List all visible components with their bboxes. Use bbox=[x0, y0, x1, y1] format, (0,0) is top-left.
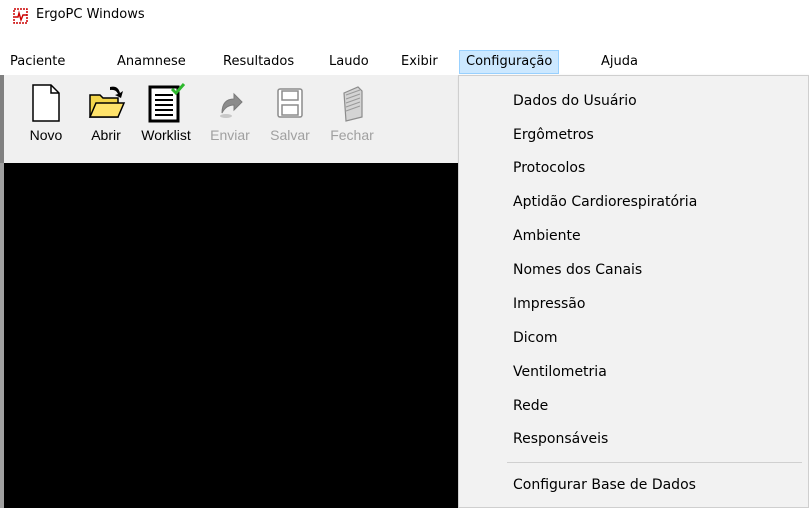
open-folder-icon bbox=[88, 86, 126, 118]
menu-item-ambiente[interactable]: Ambiente bbox=[513, 223, 581, 249]
salvar-button[interactable]: Salvar bbox=[262, 83, 318, 159]
menu-resultados[interactable]: Resultados bbox=[217, 50, 300, 74]
abrir-button[interactable]: Abrir bbox=[78, 83, 134, 159]
menu-item-aptidao-cardiorespiratoria[interactable]: Aptidão Cardiorespiratória bbox=[513, 189, 697, 215]
menu-ajuda[interactable]: Ajuda bbox=[595, 50, 644, 74]
send-arrow-icon bbox=[220, 92, 243, 118]
new-document-icon bbox=[32, 84, 60, 122]
menu-bar: Paciente Anamnese Resultados Laudo Exibi… bbox=[0, 50, 809, 74]
menu-item-dados-do-usuario[interactable]: Dados do Usuário bbox=[513, 88, 637, 114]
toolbar: Novo Abrir Worklist Enviar Salvar Fechar bbox=[0, 75, 474, 163]
app-ecg-icon bbox=[13, 8, 28, 24]
worklist-label: Worklist bbox=[141, 127, 191, 143]
enviar-button[interactable]: Enviar bbox=[202, 83, 258, 159]
menu-paciente[interactable]: Paciente bbox=[4, 50, 71, 74]
menu-laudo[interactable]: Laudo bbox=[323, 50, 375, 74]
menu-item-dicom[interactable]: Dicom bbox=[513, 325, 558, 351]
menu-item-impressao[interactable]: Impressão bbox=[513, 291, 585, 317]
menu-item-protocolos[interactable]: Protocolos bbox=[513, 155, 585, 181]
menu-item-responsaveis[interactable]: Responsáveis bbox=[513, 426, 608, 452]
close-file-icon bbox=[343, 86, 363, 122]
abrir-label: Abrir bbox=[91, 127, 121, 143]
worklist-icon bbox=[148, 83, 186, 123]
fechar-button[interactable]: Fechar bbox=[324, 83, 380, 159]
menu-item-nomes-dos-canais[interactable]: Nomes dos Canais bbox=[513, 257, 642, 283]
menu-item-ergometros[interactable]: Ergômetros bbox=[513, 122, 594, 148]
fechar-label: Fechar bbox=[330, 127, 374, 143]
menu-item-configurar-base-de-dados[interactable]: Configurar Base de Dados bbox=[513, 472, 696, 498]
novo-button[interactable]: Novo bbox=[18, 83, 74, 159]
enviar-label: Enviar bbox=[210, 127, 250, 143]
worklist-button[interactable]: Worklist bbox=[138, 83, 194, 159]
menu-item-ventilometria[interactable]: Ventilometria bbox=[513, 359, 607, 385]
menu-exibir[interactable]: Exibir bbox=[395, 50, 444, 74]
save-disk-icon bbox=[277, 88, 303, 118]
window-title: ErgoPC Windows bbox=[36, 7, 145, 22]
menu-configuracao[interactable]: Configuração bbox=[459, 50, 560, 74]
menu-item-rede[interactable]: Rede bbox=[513, 393, 548, 419]
menu-anamnese[interactable]: Anamnese bbox=[111, 50, 192, 74]
salvar-label: Salvar bbox=[270, 127, 310, 143]
novo-label: Novo bbox=[29, 127, 63, 143]
menu-separator bbox=[507, 462, 802, 463]
title-bar: ErgoPC Windows bbox=[0, 0, 809, 30]
configuracao-dropdown: Dados do Usuário Ergômetros Protocolos A… bbox=[458, 75, 809, 508]
